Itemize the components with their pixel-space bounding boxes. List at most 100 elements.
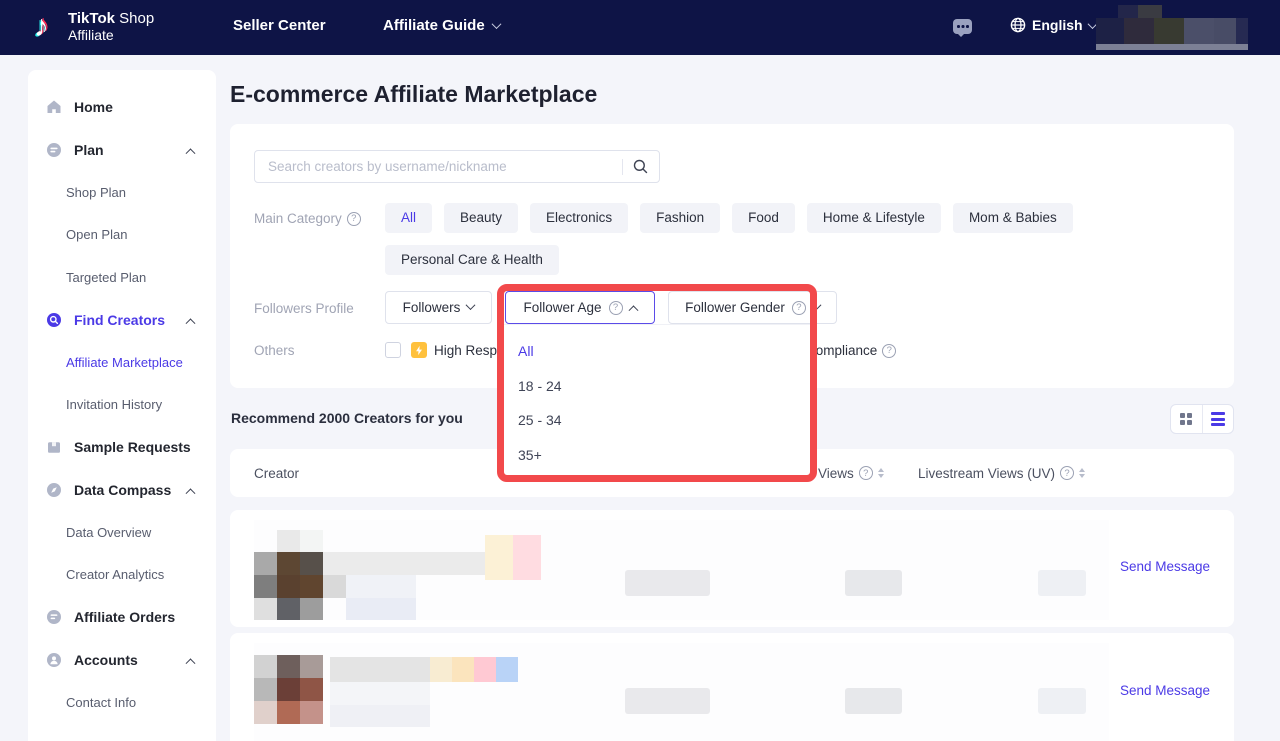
help-icon[interactable] — [859, 466, 873, 480]
category-chip-row-2: Personal Care & Health — [385, 245, 559, 275]
user-account-blurred[interactable] — [1096, 5, 1248, 50]
grid-view-button[interactable] — [1171, 405, 1202, 433]
help-icon[interactable] — [882, 344, 896, 358]
sort-icon[interactable] — [1079, 468, 1085, 478]
creator-info-blurred — [254, 655, 554, 741]
nav-seller-center-label: Seller Center — [233, 17, 326, 34]
sidebar-item-label: Data Overview — [66, 525, 151, 540]
category-chip-row-1: All Beauty Electronics Fashion Food Home… — [385, 203, 1073, 233]
sidebar-item-label: Contact Info — [66, 695, 136, 710]
sidebar-item-affiliate-orders[interactable]: Affiliate Orders — [28, 603, 216, 631]
search-icon[interactable] — [633, 159, 648, 174]
nav-affiliate-guide[interactable]: Affiliate Guide — [383, 17, 500, 34]
sidebar-item-accounts[interactable]: Accounts — [28, 646, 216, 674]
language-selector[interactable]: English — [1010, 17, 1096, 33]
sort-icon[interactable] — [878, 468, 884, 478]
top-navbar: ♪♪♪ TikTok Shop Affiliate Seller Center … — [0, 0, 1280, 55]
category-chip-beauty[interactable]: Beauty — [444, 203, 518, 233]
category-chip-all[interactable]: All — [385, 203, 432, 233]
send-message-button[interactable]: Send Message — [1120, 559, 1210, 574]
age-option-35plus[interactable]: 35+ — [518, 443, 542, 467]
chevron-down-icon — [466, 300, 476, 310]
plan-icon — [46, 142, 62, 158]
age-option-18-24[interactable]: 18 - 24 — [518, 374, 562, 398]
stat-blurred — [625, 570, 710, 596]
tiktok-note-icon: ♪♪♪ — [34, 9, 60, 45]
follower-gender-dropdown[interactable]: Follower Gender — [668, 291, 837, 324]
search-input[interactable] — [268, 159, 622, 174]
tiktok-shop-affiliate-logo[interactable]: ♪♪♪ TikTok Shop Affiliate — [34, 9, 154, 45]
sidebar-item-label: Shop Plan — [66, 185, 126, 200]
view-toggle — [1170, 404, 1234, 434]
sidebar-item-affiliate-marketplace[interactable]: Affiliate Marketplace — [28, 348, 216, 376]
grid-view-icon — [1180, 413, 1192, 425]
high-response-checkbox[interactable] — [385, 342, 401, 358]
chevron-up-icon — [186, 658, 196, 668]
accounts-icon — [46, 652, 62, 668]
category-chip-personal-care[interactable]: Personal Care & Health — [385, 245, 559, 275]
sidebar-item-label: Find Creators — [74, 312, 165, 328]
sidebar-item-label: Affiliate Marketplace — [66, 355, 183, 370]
sidebar-item-label: Accounts — [74, 652, 138, 668]
list-view-button[interactable] — [1202, 405, 1234, 433]
sidebar-item-find-creators[interactable]: Find Creators — [28, 306, 216, 334]
nav-affiliate-guide-label: Affiliate Guide — [383, 17, 485, 34]
sidebar-item-open-plan[interactable]: Open Plan — [28, 220, 216, 248]
home-icon — [46, 99, 62, 115]
column-views: Views — [818, 449, 884, 497]
chat-icon[interactable] — [953, 19, 972, 34]
data-compass-icon — [46, 482, 62, 498]
sidebar-item-sample-requests[interactable]: Sample Requests — [28, 433, 216, 461]
category-chip-electronics[interactable]: Electronics — [530, 203, 628, 233]
affiliate-orders-icon — [46, 609, 62, 625]
follower-age-label: Follower Age — [523, 300, 601, 315]
category-chip-food[interactable]: Food — [732, 203, 795, 233]
help-icon[interactable] — [347, 212, 361, 226]
sidebar-item-label: Plan — [74, 142, 104, 158]
age-option-25-34[interactable]: 25 - 34 — [518, 408, 562, 432]
brand-affiliate: Affiliate — [68, 27, 154, 43]
send-message-button[interactable]: Send Message — [1120, 683, 1210, 698]
follower-age-options-panel: All 18 - 24 25 - 34 35+ — [504, 324, 810, 475]
help-icon[interactable] — [609, 301, 623, 315]
sidebar-item-label: Creator Analytics — [66, 567, 164, 582]
high-response-icon — [411, 342, 427, 358]
sidebar-item-data-overview[interactable]: Data Overview — [28, 518, 216, 546]
sidebar-item-invitation-history[interactable]: Invitation History — [28, 390, 216, 418]
sidebar-item-creator-analytics[interactable]: Creator Analytics — [28, 560, 216, 588]
main-category-label: Main Category — [254, 211, 361, 226]
sidebar-item-label: Invitation History — [66, 397, 162, 412]
nav-seller-center[interactable]: Seller Center — [233, 17, 326, 34]
sidebar-item-targeted-plan[interactable]: Targeted Plan — [28, 263, 216, 291]
category-chip-mom-babies[interactable]: Mom & Babies — [953, 203, 1073, 233]
sidebar-item-label: Targeted Plan — [66, 270, 146, 285]
help-icon[interactable] — [1060, 466, 1074, 480]
creator-row: Send Message — [230, 633, 1234, 741]
category-chip-fashion[interactable]: Fashion — [640, 203, 720, 233]
sidebar-item-label: Home — [74, 99, 113, 115]
sidebar-item-data-compass[interactable]: Data Compass — [28, 476, 216, 504]
sidebar-item-contact-info[interactable]: Contact Info — [28, 688, 216, 716]
brand-shop: Shop — [119, 10, 154, 27]
sidebar-item-home[interactable]: Home — [28, 93, 216, 121]
category-chip-home-lifestyle[interactable]: Home & Lifestyle — [807, 203, 941, 233]
followers-dropdown[interactable]: Followers — [385, 291, 492, 324]
divider — [622, 159, 623, 175]
column-creator: Creator — [254, 449, 299, 497]
sidebar-item-plan[interactable]: Plan — [28, 136, 216, 164]
column-livestream-views: Livestream Views (UV) — [918, 449, 1085, 497]
help-icon[interactable] — [792, 301, 806, 315]
followers-dropdown-label: Followers — [403, 300, 461, 315]
brand-name: TikTok — [68, 10, 115, 27]
chevron-up-icon — [628, 305, 638, 315]
stat-blurred — [1038, 688, 1086, 714]
sidebar: Home Plan Shop Plan Open Plan Targeted P… — [28, 70, 216, 741]
follower-age-dropdown[interactable]: Follower Age — [505, 291, 655, 324]
sidebar-item-label: Data Compass — [74, 482, 171, 498]
compliance-label: Compliance — [806, 343, 896, 358]
chevron-down-icon — [491, 19, 501, 29]
logo-text: TikTok Shop Affiliate — [68, 11, 154, 43]
age-option-all[interactable]: All — [518, 339, 534, 363]
follower-gender-label: Follower Gender — [685, 300, 785, 315]
sidebar-item-shop-plan[interactable]: Shop Plan — [28, 178, 216, 206]
